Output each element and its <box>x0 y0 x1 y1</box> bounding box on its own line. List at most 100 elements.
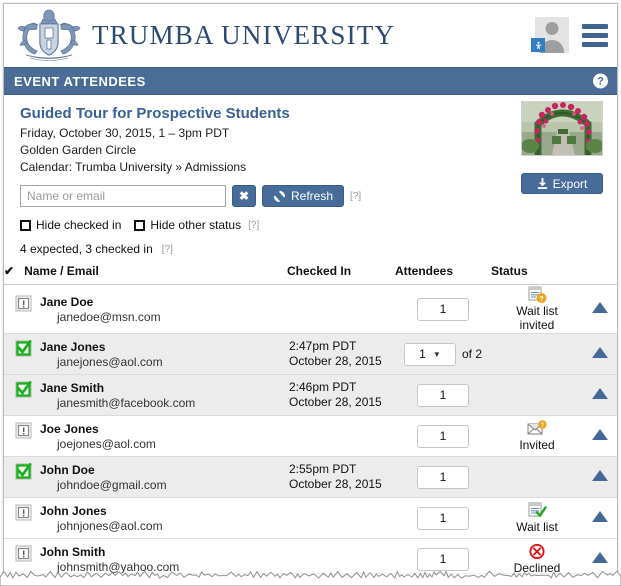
summary-help-hint[interactable]: [?] <box>162 244 173 255</box>
cell-attendees: 1 <box>395 416 491 457</box>
attendee-count-input[interactable]: 1 <box>417 425 469 448</box>
waitlist-invited-icon: ? <box>526 286 548 304</box>
cell-attendees: 1 <box>395 457 491 498</box>
status-label-second: invited <box>520 318 555 332</box>
attendee-email: johndoe@gmail.com <box>40 478 167 492</box>
expand-up-triangle-icon[interactable] <box>592 470 608 481</box>
attendee-summary: 4 expected, 3 checked in [?] <box>4 232 617 256</box>
declined-icon <box>526 543 548 561</box>
attendee-count-input[interactable]: 1 <box>417 507 469 530</box>
table-row[interactable]: Jane Jones janejones@aol.com 2:47pm PDT Oct… <box>4 334 617 375</box>
waitlist-icon <box>526 502 548 520</box>
attendee-count-value: 1 <box>440 429 447 443</box>
status-label: Wait list <box>516 304 558 318</box>
attendee-count-value: 1 <box>440 552 447 566</box>
cell-name-email: John Jones johnjones@aol.com <box>4 498 287 539</box>
cell-name-email: Jane Jones janejones@aol.com <box>4 334 287 375</box>
attendee-count-input[interactable]: 1 <box>417 466 469 489</box>
cell-name-email: Jane Smith janesmith@facebook.com <box>4 375 287 416</box>
download-icon <box>537 178 548 189</box>
export-label: Export <box>553 177 588 191</box>
filter-hide-other-status[interactable]: Hide other status <box>134 218 241 232</box>
status-label: Wait list <box>516 520 558 534</box>
attendee-count-input[interactable]: 1 <box>417 384 469 407</box>
cell-status <box>491 375 583 416</box>
rose-garden-arch-photo <box>522 102 602 155</box>
header-name: ✔ Name / Email <box>4 264 287 285</box>
cell-checked-in: 2:46pm PDT October 28, 2015 <box>287 375 395 416</box>
table-head: ✔ Name / Email Checked In Attendees Stat… <box>4 264 617 285</box>
attendee-total-label: of 2 <box>462 347 482 361</box>
checked-in-date: October 28, 2015 <box>289 395 394 410</box>
filters-help-hint[interactable]: [?] <box>248 220 259 231</box>
attendee-count-select[interactable]: 1 ▼ <box>404 343 456 366</box>
clear-search-button[interactable]: ✖ <box>232 185 256 207</box>
expand-up-triangle-icon[interactable] <box>592 552 608 563</box>
attendee-count-value: 1 <box>440 388 447 402</box>
table-header-row: ✔ Name / Email Checked In Attendees Stat… <box>4 264 617 285</box>
attendee-name: Jane Jones <box>40 340 105 354</box>
header-status: Status <box>491 264 583 285</box>
svg-text:?: ? <box>541 423 545 429</box>
invited-envelope-icon: ? <box>526 420 548 438</box>
university-crest-logo <box>12 7 86 65</box>
checked-in-date: October 28, 2015 <box>289 354 394 369</box>
help-question-icon[interactable]: ? <box>593 74 608 89</box>
attendee-count-value: 1 <box>440 511 447 525</box>
table-row[interactable]: John Doe johndoe@gmail.com 2:55pm PDT Octob… <box>4 457 617 498</box>
filter-hide-checked-in[interactable]: Hide checked in <box>20 218 121 232</box>
checked-box-icon[interactable] <box>15 463 32 480</box>
expand-up-triangle-icon[interactable] <box>592 302 608 313</box>
cell-expand <box>583 457 617 498</box>
refresh-label: Refresh <box>291 189 333 203</box>
page-title: EVENT ATTENDEES <box>14 74 146 89</box>
attendee-email: joejones@aol.com <box>40 437 156 451</box>
refresh-button[interactable]: Refresh <box>262 185 344 207</box>
hide-checked-in-checkbox[interactable] <box>20 220 31 231</box>
expand-up-triangle-icon[interactable] <box>592 388 608 399</box>
search-input[interactable] <box>20 185 226 207</box>
checked-in-time: 2:46pm PDT <box>289 380 394 395</box>
attendee-name: Joe Jones <box>40 422 99 436</box>
cell-expand <box>583 416 617 457</box>
header-checked-in: Checked In <box>287 264 395 285</box>
cell-attendees: 1 <box>395 285 491 334</box>
cell-expand <box>583 375 617 416</box>
unchecked-box-icon[interactable] <box>15 422 32 439</box>
attendee-count-input[interactable]: 1 <box>417 298 469 321</box>
expand-up-triangle-icon[interactable] <box>592 511 608 522</box>
export-button[interactable]: Export <box>521 173 603 194</box>
cell-checked-in <box>287 416 395 457</box>
attendee-name: Jane Doe <box>40 295 93 309</box>
cell-status <box>491 334 583 375</box>
cell-checked-in <box>287 285 395 334</box>
unchecked-box-icon[interactable] <box>15 545 32 562</box>
summary-text: 4 expected, 3 checked in <box>20 242 153 256</box>
table-row[interactable]: Jane Doe janedoe@msn.com 1? Wait list invite… <box>4 285 617 334</box>
cell-checked-in <box>287 498 395 539</box>
calendar-label: Calendar: <box>20 160 72 174</box>
expand-up-triangle-icon[interactable] <box>592 429 608 440</box>
search-help-hint[interactable]: [?] <box>350 191 361 202</box>
hide-checked-in-label: Hide checked in <box>36 218 121 232</box>
cell-checked-in: 2:47pm PDT October 28, 2015 <box>287 334 395 375</box>
cell-status: ? Wait list invited <box>491 285 583 334</box>
avatar[interactable] <box>535 17 569 53</box>
accessibility-badge-icon[interactable] <box>531 38 545 52</box>
unchecked-box-icon[interactable] <box>15 295 32 312</box>
unchecked-box-icon[interactable] <box>15 504 32 521</box>
table-row[interactable]: John Jones johnjones@aol.com 1 Wait list <box>4 498 617 539</box>
checked-box-icon[interactable] <box>15 340 32 357</box>
hamburger-menu-icon[interactable] <box>582 24 608 47</box>
event-info: Guided Tour for Prospective Students Fri… <box>4 95 617 176</box>
svg-text:?: ? <box>539 296 543 303</box>
event-thumbnail[interactable] <box>521 101 603 156</box>
expand-up-triangle-icon[interactable] <box>592 347 608 358</box>
checked-box-icon[interactable] <box>15 381 32 398</box>
status-badge: Wait list <box>492 502 582 534</box>
cell-attendees: 1 <box>395 498 491 539</box>
table-row[interactable]: Jane Smith janesmith@facebook.com 2:46pm P… <box>4 375 617 416</box>
hide-other-status-checkbox[interactable] <box>134 220 145 231</box>
table-row[interactable]: Joe Jones joejones@aol.com 1? Invited <box>4 416 617 457</box>
attendee-name: Jane Smith <box>40 381 104 395</box>
